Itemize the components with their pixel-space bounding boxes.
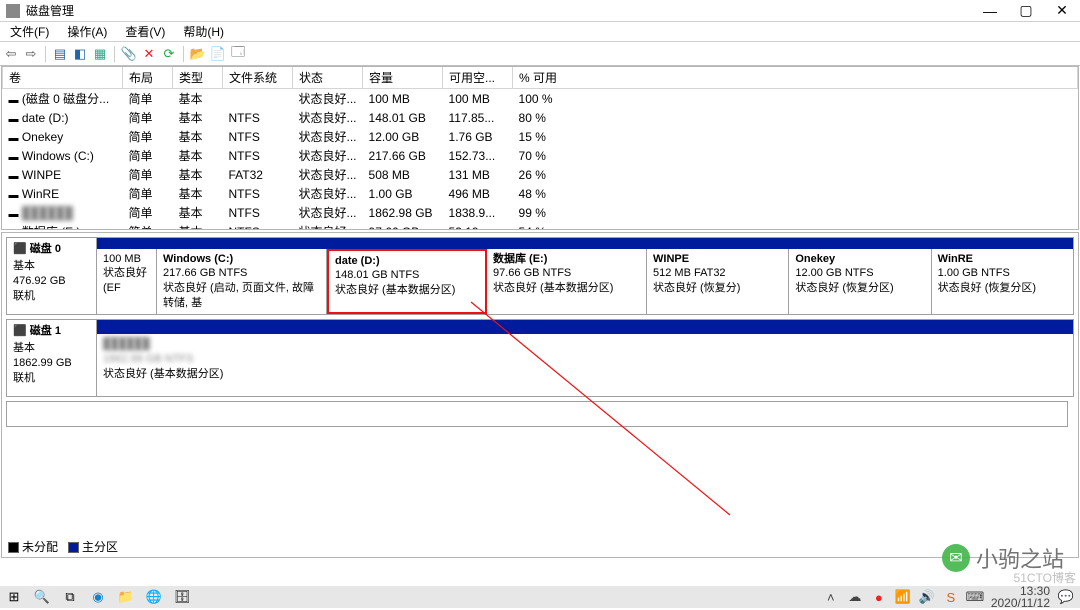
wechat-icon: ✉: [942, 544, 970, 572]
tray-app-icon[interactable]: S: [943, 589, 959, 605]
disk0-partition[interactable]: Windows (C:)217.66 GB NTFS状态良好 (启动, 页面文件…: [157, 249, 327, 314]
back-icon[interactable]: ⇦: [2, 45, 20, 63]
disk0-partition[interactable]: Onekey12.00 GB NTFS状态良好 (恢复分区): [789, 249, 931, 314]
disk-header-0: ⬛ 磁盘 0 基本 476.92 GB 联机: [7, 238, 97, 314]
volume-list-header: 卷 布局 类型 文件系统 状态 容量 可用空... % 可用: [3, 67, 1078, 89]
notifications-icon[interactable]: 💬: [1058, 589, 1074, 605]
disk0-bar: [97, 238, 1073, 249]
legend-unalloc: 未分配: [22, 540, 58, 554]
volume-row[interactable]: ▬ WinRE简单基本NTFS状态良好...1.00 GB496 MB48 %: [3, 184, 1078, 203]
separator: [45, 46, 46, 62]
title-bar: 磁盘管理 — ▢ ✕: [0, 0, 1080, 22]
separator: [114, 46, 115, 62]
disk1-part-line1: 1862.98 GB NTFS: [103, 353, 194, 365]
tray-ime-icon[interactable]: ⌨: [967, 589, 983, 605]
menu-help[interactable]: 帮助(H): [179, 23, 228, 40]
disk-icon[interactable]: 📂: [189, 45, 207, 63]
disk0-name: 磁盘 0: [30, 243, 61, 255]
col-layout[interactable]: 布局: [123, 67, 173, 89]
chrome-icon[interactable]: 🌐: [146, 589, 162, 605]
disk-row-1[interactable]: ⬛ 磁盘 1 基本 1862.99 GB 联机 ██████ 1862.98 G…: [6, 319, 1074, 397]
edge-icon[interactable]: ◉: [90, 589, 106, 605]
disk0-partition[interactable]: WINPE512 MB FAT32状态良好 (恢复分): [647, 249, 789, 314]
menu-bar: 文件(F) 操作(A) 查看(V) 帮助(H): [0, 22, 1080, 42]
disk-header-1: ⬛ 磁盘 1 基本 1862.99 GB 联机: [7, 320, 97, 396]
legend-primary: 主分区: [82, 540, 118, 554]
disk-layout-area: ⬛ 磁盘 0 基本 476.92 GB 联机 100 MB状态良好 (EFWin…: [1, 232, 1079, 558]
close-button[interactable]: ✕: [1044, 0, 1080, 22]
help-icon[interactable]: 🗔: [229, 45, 247, 63]
col-capacity[interactable]: 容量: [363, 67, 443, 89]
menu-file[interactable]: 文件(F): [6, 23, 53, 40]
disk1-size: 1862.99 GB: [13, 357, 72, 369]
disk1-name: 磁盘 1: [30, 325, 61, 337]
disk1-bar: [97, 320, 1073, 334]
clock[interactable]: 13:30 2020/11/12: [991, 585, 1050, 609]
tray-up-icon[interactable]: ˄: [823, 589, 839, 605]
separator: [183, 46, 184, 62]
volume-row[interactable]: ▬ WINPE简单基本FAT32状态良好...508 MB131 MB26 %: [3, 165, 1078, 184]
disk-empty-area: [6, 401, 1068, 427]
task-view-icon[interactable]: ⧉: [62, 589, 78, 605]
search-icon[interactable]: 🔍: [34, 589, 50, 605]
disk1-state: 联机: [13, 372, 35, 384]
col-type[interactable]: 类型: [173, 67, 223, 89]
menu-action[interactable]: 操作(A): [63, 23, 111, 40]
disk0-partition[interactable]: date (D:)148.01 GB NTFS状态良好 (基本数据分区): [327, 249, 487, 314]
disk0-partition[interactable]: 100 MB状态良好 (EF: [97, 249, 157, 314]
tray-cloud-icon[interactable]: ☁: [847, 589, 863, 605]
disk0-partition[interactable]: WinRE1.00 GB NTFS状态良好 (恢复分区): [932, 249, 1073, 314]
disk1-partition[interactable]: ██████ 1862.98 GB NTFS 状态良好 (基本数据分区): [97, 334, 1073, 396]
menu-view[interactable]: 查看(V): [121, 23, 169, 40]
tray-volume-icon[interactable]: 🔊: [919, 589, 935, 605]
volume-row[interactable]: ▬ ██████简单基本NTFS状态良好...1862.98 GB1838.9.…: [3, 203, 1078, 222]
legend: 未分配 主分区: [8, 538, 118, 555]
properties-icon[interactable]: 📄: [209, 45, 227, 63]
explorer-icon[interactable]: 📁: [118, 589, 134, 605]
delete-icon[interactable]: ✕: [140, 45, 158, 63]
maximize-button[interactable]: ▢: [1008, 0, 1044, 22]
volume-list[interactable]: 卷 布局 类型 文件系统 状态 容量 可用空... % 可用 ▬ (磁盘 0 磁…: [1, 66, 1079, 230]
volume-row[interactable]: ▬ (磁盘 0 磁盘分...简单基本状态良好...100 MB100 MB100…: [3, 89, 1078, 109]
col-status[interactable]: 状态: [293, 67, 363, 89]
disk0-size: 476.92 GB: [13, 275, 66, 287]
start-icon[interactable]: ⊞: [6, 589, 22, 605]
disk0-partition[interactable]: 数据库 (E:)97.66 GB NTFS状态良好 (基本数据分区): [487, 249, 647, 314]
col-free[interactable]: 可用空...: [443, 67, 513, 89]
volume-row[interactable]: ▬ Onekey简单基本NTFS状态良好...12.00 GB1.76 GB15…: [3, 127, 1078, 146]
volume-row[interactable]: ▬ Windows (C:)简单基本NTFS状态良好...217.66 GB15…: [3, 146, 1078, 165]
rescan-icon[interactable]: 📎: [120, 45, 138, 63]
legend-unalloc-icon: [8, 542, 19, 553]
legend-primary-icon: [68, 542, 79, 553]
col-pct[interactable]: % 可用: [513, 67, 1078, 89]
disk1-part-title: ██████: [103, 338, 150, 350]
disk1-kind: 基本: [13, 342, 35, 354]
disk0-kind: 基本: [13, 260, 35, 272]
tray-wifi-icon[interactable]: 📶: [895, 589, 911, 605]
view-icon[interactable]: ▤: [51, 45, 69, 63]
disk1-part-line2: 状态良好 (基本数据分区): [103, 368, 223, 380]
volume-row[interactable]: ▬ date (D:)简单基本NTFS状态良好...148.01 GB117.8…: [3, 108, 1078, 127]
window-title: 磁盘管理: [26, 2, 972, 19]
col-volume[interactable]: 卷: [3, 67, 123, 89]
view-list-icon[interactable]: ▦: [91, 45, 109, 63]
minimize-button[interactable]: —: [972, 0, 1008, 22]
disk0-state: 联机: [13, 290, 35, 302]
show-console-icon[interactable]: ◧: [71, 45, 89, 63]
volume-row[interactable]: ▬ 数据库 (E:)简单基本NTFS状态良好...97.66 GB53.19 .…: [3, 222, 1078, 230]
tray-red-icon[interactable]: ●: [871, 589, 887, 605]
col-fs[interactable]: 文件系统: [223, 67, 293, 89]
app-icon: [6, 4, 20, 18]
disk-mgmt-taskbar-icon[interactable]: 🗄: [174, 589, 190, 605]
forward-icon[interactable]: ⇨: [22, 45, 40, 63]
toolbar: ⇦ ⇨ ▤ ◧ ▦ 📎 ✕ ⟳ 📂 📄 🗔: [0, 42, 1080, 66]
taskbar: ⊞ 🔍 ⧉ ◉ 📁 🌐 🗄 ˄ ☁ ● 📶 🔊 S ⌨ 13:30 2020/1…: [0, 586, 1080, 608]
refresh-icon[interactable]: ⟳: [160, 45, 178, 63]
disk-row-0[interactable]: ⬛ 磁盘 0 基本 476.92 GB 联机 100 MB状态良好 (EFWin…: [6, 237, 1074, 315]
